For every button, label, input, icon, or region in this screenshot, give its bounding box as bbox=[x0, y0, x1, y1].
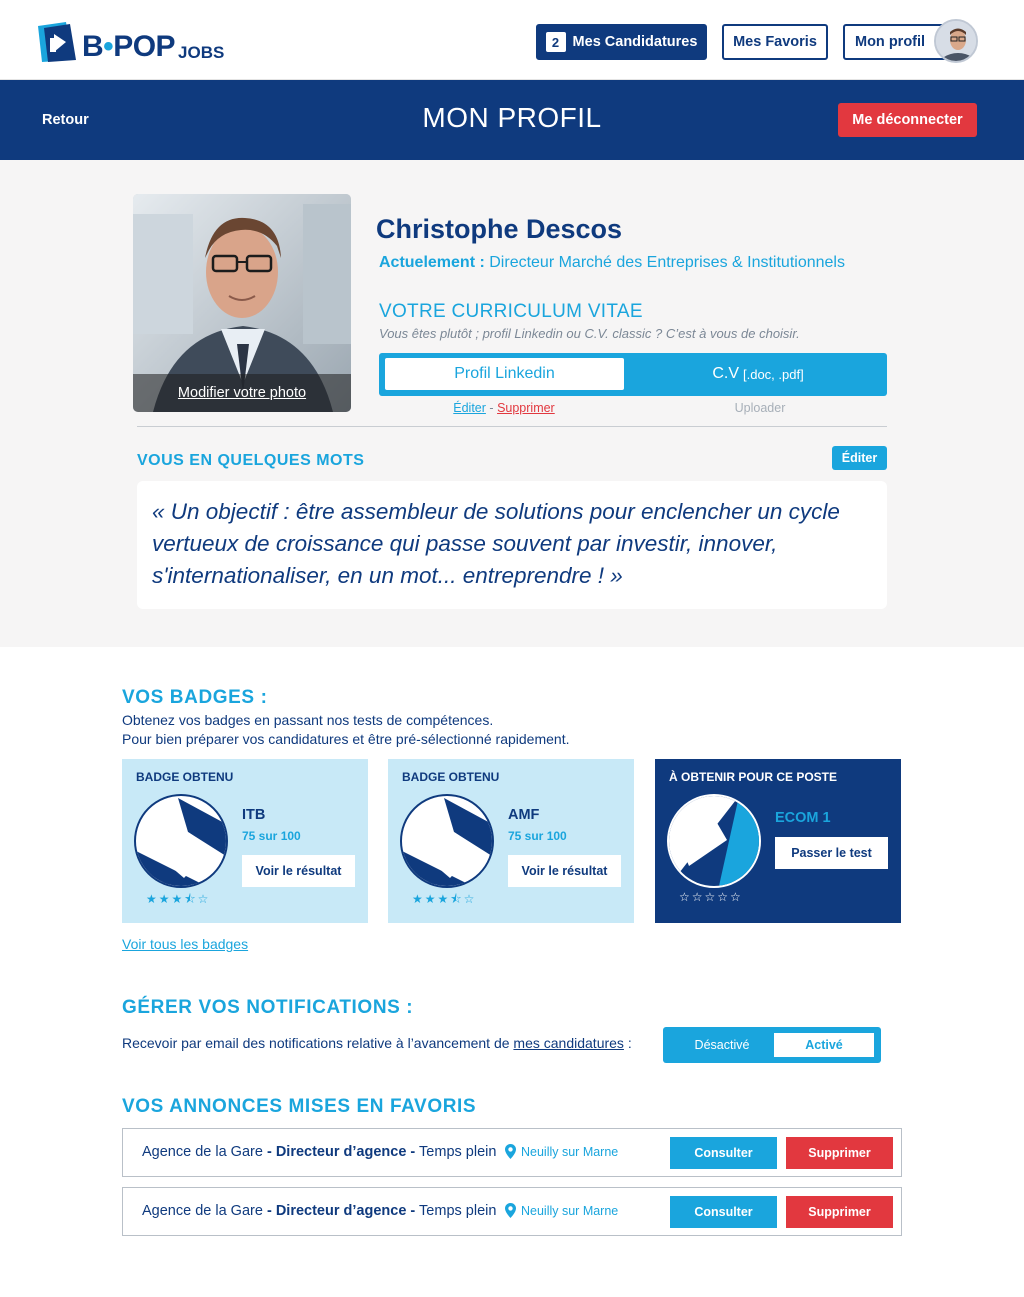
badge-card-ecom: À OBTENIR POUR CE POSTE ECOM 1 Passer le… bbox=[655, 759, 901, 923]
about-title: VOUS EN QUELQUES MOTS bbox=[137, 452, 365, 469]
notifications-description: Recevoir par email des notifications rel… bbox=[122, 1035, 632, 1051]
my-applications-link[interactable]: mes candidatures bbox=[513, 1035, 624, 1051]
listing-separator: - bbox=[410, 1203, 416, 1219]
map-pin-icon bbox=[505, 1203, 516, 1218]
current-position: Actuelement : Directeur Marché des Entre… bbox=[379, 254, 845, 272]
applications-count-badge: 2 bbox=[545, 32, 566, 52]
notifications-title: GÉRER VOS NOTIFICATIONS : bbox=[122, 997, 414, 1018]
view-result-button[interactable]: Voir le résultat bbox=[242, 855, 355, 887]
cv-option-linkedin[interactable]: Profil Linkedin bbox=[385, 358, 624, 390]
delete-button[interactable]: Supprimer bbox=[786, 1137, 893, 1169]
favorite-listing-row: Agence de la Gare - Directeur d’agence -… bbox=[122, 1128, 902, 1177]
profile-photo[interactable]: Modifier votre photo bbox=[133, 194, 351, 412]
logo-mark-icon bbox=[36, 20, 78, 64]
badge-header: BADGE OBTENU bbox=[402, 770, 500, 784]
cv-edit-link[interactable]: Éditer bbox=[453, 401, 486, 415]
listing-contract: Temps plein bbox=[419, 1203, 497, 1219]
notifications-text: Recevoir par email des notifications rel… bbox=[122, 1035, 510, 1051]
listing-summary: Agence de la Gare - Directeur d’agence -… bbox=[142, 1144, 496, 1160]
listing-position: Directeur d’agence bbox=[275, 1203, 407, 1219]
cv-actions: Éditer - Supprimer bbox=[379, 401, 629, 415]
top-bar: B•POP JOBS 2 Mes Candidatures Mes Favori… bbox=[0, 0, 1024, 80]
cv-option-document-label: C.V bbox=[712, 365, 739, 382]
logout-button[interactable]: Me déconnecter bbox=[838, 103, 977, 137]
badge-score: 75 sur 100 bbox=[508, 829, 567, 843]
badge-card-amf: BADGE OBTENU AMF 75 sur 100 Voir le résu… bbox=[388, 759, 634, 923]
map-pin-icon bbox=[505, 1144, 516, 1159]
consult-button[interactable]: Consulter bbox=[670, 1196, 777, 1228]
current-position-value: Directeur Marché des Entreprises & Insti… bbox=[489, 254, 845, 271]
cv-type-toggle: Profil Linkedin C.V [.doc, .pdf] bbox=[379, 353, 887, 396]
about-quote-box: « Un objectif : être assembleur de solut… bbox=[137, 481, 887, 609]
listing-contract: Temps plein bbox=[419, 1144, 497, 1160]
take-test-button[interactable]: Passer le test bbox=[775, 837, 888, 869]
logo-jobs-text: JOBS bbox=[178, 43, 225, 62]
cv-option-document[interactable]: C.V [.doc, .pdf] bbox=[633, 358, 883, 390]
page-header-band: Retour MON PROFIL Me déconnecter bbox=[0, 80, 1024, 160]
view-result-button[interactable]: Voir le résultat bbox=[508, 855, 621, 887]
badge-name: ITB bbox=[242, 807, 266, 823]
notifications-toggle: Désactivé Activé bbox=[663, 1027, 881, 1063]
favorites-title: VOS ANNONCES MISES EN FAVORIS bbox=[122, 1096, 477, 1117]
cv-actions-separator: - bbox=[489, 401, 494, 415]
cv-option-document-ext: [.doc, .pdf] bbox=[742, 366, 804, 382]
applications-label: Mes Candidatures bbox=[572, 34, 698, 50]
consult-button[interactable]: Consulter bbox=[670, 1137, 777, 1169]
bpop-jobs-logo[interactable]: B•POP JOBS bbox=[36, 18, 224, 64]
about-edit-button[interactable]: Éditer bbox=[832, 446, 887, 470]
listing-location: Neuilly sur Marne bbox=[505, 1203, 618, 1218]
badge-name: ECOM 1 bbox=[775, 810, 831, 826]
listing-location-text: Neuilly sur Marne bbox=[521, 1203, 619, 1218]
listing-separator: - bbox=[266, 1144, 272, 1160]
notifications-text-end: : bbox=[627, 1035, 632, 1051]
badge-header: BADGE OBTENU bbox=[136, 770, 234, 784]
about-quote: « Un objectif : être assembleur de solut… bbox=[152, 499, 840, 588]
delete-button[interactable]: Supprimer bbox=[786, 1196, 893, 1228]
listing-summary: Agence de la Gare - Directeur d’agence -… bbox=[142, 1203, 496, 1219]
cv-delete-link[interactable]: Supprimer bbox=[497, 401, 555, 415]
listing-company: Agence de la Gare bbox=[142, 1203, 263, 1219]
notifications-off-option[interactable]: Désactivé bbox=[671, 1033, 773, 1057]
listing-location-text: Neuilly sur Marne bbox=[521, 1144, 619, 1159]
badge-card-itb: BADGE OBTENU ITB 75 sur 100 Voir le résu… bbox=[122, 759, 368, 923]
profile-name: Christophe Descos bbox=[376, 214, 623, 244]
see-all-badges-link[interactable]: Voir tous les badges bbox=[122, 936, 248, 952]
logo-wordmark: B•POP bbox=[82, 30, 176, 63]
avatar[interactable] bbox=[934, 19, 978, 63]
listing-position: Directeur d’agence bbox=[275, 1144, 407, 1160]
badges-title: VOS BADGES : bbox=[122, 687, 268, 708]
badge-emblem-icon bbox=[134, 794, 228, 888]
badges-description: Obtenez vos badges en passant nos tests … bbox=[122, 711, 569, 749]
listing-location: Neuilly sur Marne bbox=[505, 1144, 618, 1159]
my-favorites-button[interactable]: Mes Favoris bbox=[722, 24, 828, 60]
listing-company: Agence de la Gare bbox=[142, 1144, 263, 1160]
notifications-on-option[interactable]: Activé bbox=[774, 1033, 874, 1057]
badge-emblem-icon bbox=[400, 794, 494, 888]
badge-rating-stars: ★★★⯪☆ bbox=[146, 892, 211, 906]
badge-emblem-icon bbox=[667, 794, 761, 888]
divider bbox=[137, 426, 887, 427]
change-photo-link[interactable]: Modifier votre photo bbox=[133, 374, 351, 412]
cv-subtitle: Vous êtes plutôt ; profil Linkedin ou C.… bbox=[379, 326, 800, 341]
current-position-label: Actuelement : bbox=[379, 254, 485, 271]
badge-score: 75 sur 100 bbox=[242, 829, 301, 843]
cv-upload-link[interactable]: Uploader bbox=[633, 401, 887, 415]
badge-rating-stars: ☆☆☆☆☆ bbox=[679, 890, 743, 904]
listing-separator: - bbox=[266, 1203, 272, 1219]
my-applications-button[interactable]: 2 Mes Candidatures bbox=[536, 24, 707, 60]
badges-description-line-1: Obtenez vos badges en passant nos tests … bbox=[122, 712, 494, 728]
badge-header: À OBTENIR POUR CE POSTE bbox=[669, 770, 838, 784]
cv-title: VOTRE CURRICULUM VITAE bbox=[379, 301, 643, 322]
badges-description-line-2: Pour bien préparer vos candidatures et ê… bbox=[122, 731, 570, 747]
badge-rating-stars: ★★★⯪☆ bbox=[412, 892, 477, 906]
badge-name: AMF bbox=[508, 807, 540, 823]
listing-separator: - bbox=[410, 1144, 416, 1160]
favorite-listing-row: Agence de la Gare - Directeur d’agence -… bbox=[122, 1187, 902, 1236]
